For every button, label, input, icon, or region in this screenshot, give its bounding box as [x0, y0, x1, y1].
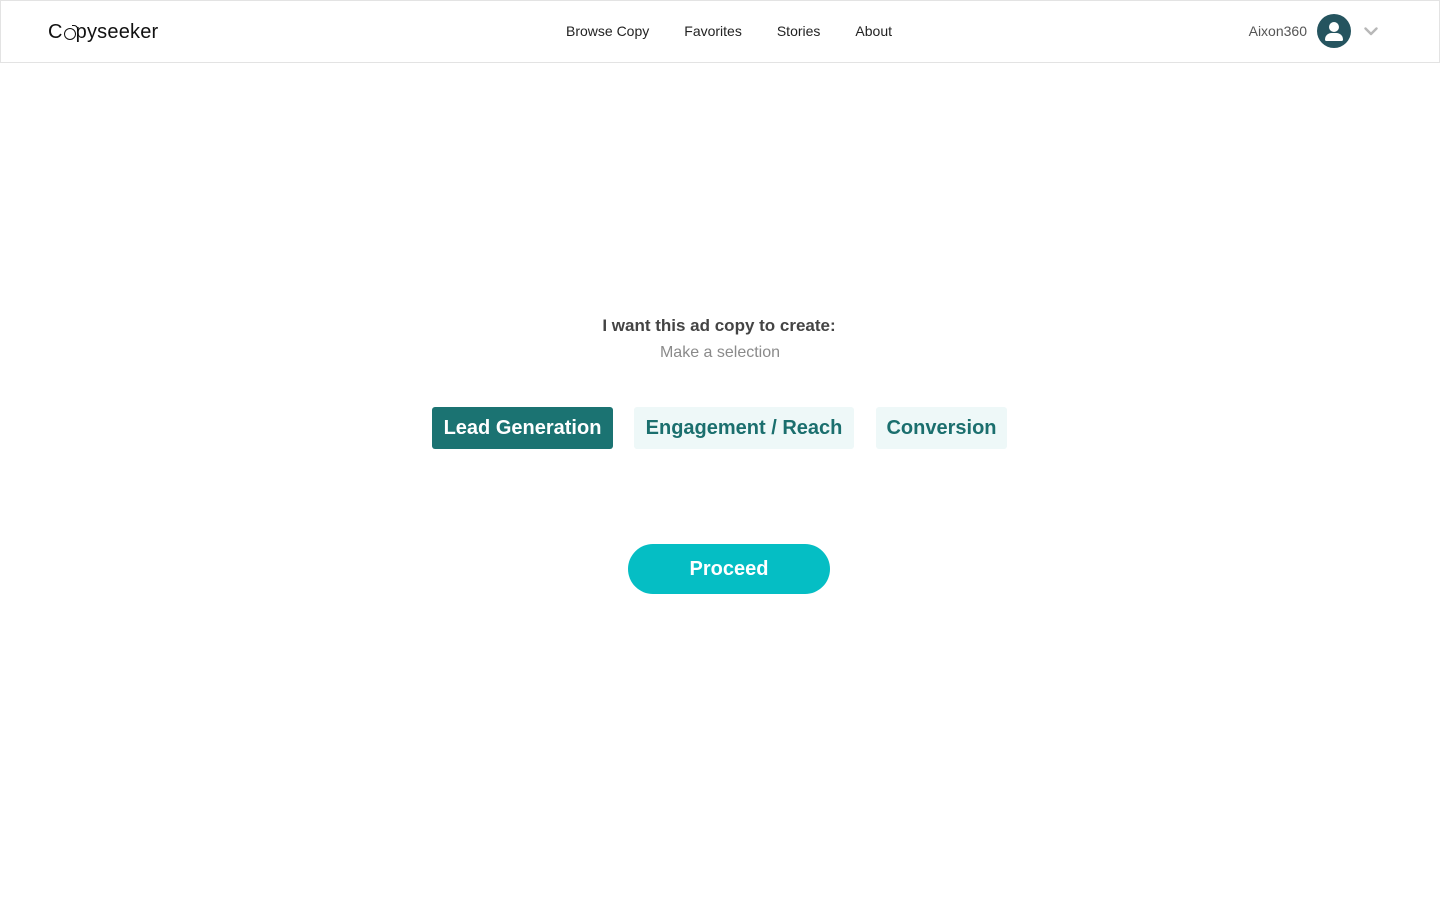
proceed-button[interactable]: Proceed	[628, 544, 830, 594]
page-title: I want this ad copy to create:	[602, 316, 836, 335]
copyseeker-logo[interactable]: Cpyseeker	[48, 20, 158, 44]
logo-text: pyseeker	[75, 20, 159, 43]
nav-stories[interactable]: Stories	[777, 23, 821, 39]
option-conversion[interactable]: Conversion	[876, 407, 1007, 449]
top-navbar: Cpyseeker Browse Copy Favorites Stories …	[0, 0, 1440, 63]
page-subtitle: Make a selection	[659, 344, 781, 361]
option-lead-generation[interactable]: Lead Generation	[432, 407, 613, 449]
logo-letter-c: C	[48, 20, 63, 43]
main-nav: Browse Copy Favorites Stories About	[566, 23, 892, 39]
nav-favorites[interactable]: Favorites	[684, 23, 742, 39]
user-icon[interactable]	[1317, 14, 1351, 48]
nav-about[interactable]: About	[855, 23, 892, 39]
option-engagement-reach[interactable]: Engagement / Reach	[634, 407, 854, 449]
goal-options: Lead Generation Engagement / Reach Conve…	[432, 407, 1007, 449]
user-menu[interactable]: Aixon360	[1249, 14, 1379, 48]
nav-browse-copy[interactable]: Browse Copy	[566, 23, 649, 39]
chevron-down-icon[interactable]	[1363, 23, 1379, 39]
logo-o-icon	[63, 24, 78, 40]
username: Aixon360	[1248, 23, 1307, 39]
